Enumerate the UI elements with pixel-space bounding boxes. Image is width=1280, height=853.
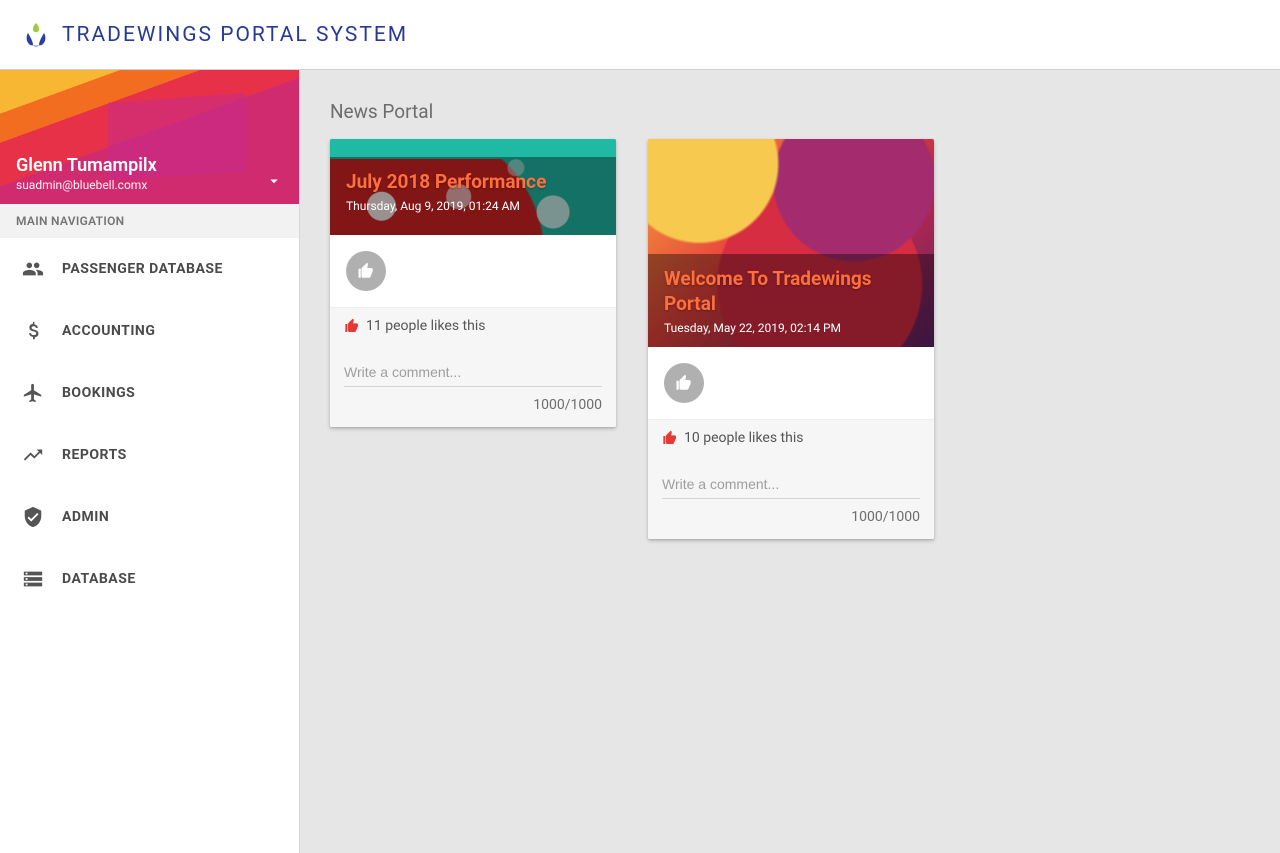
sidebar-user-panel[interactable]: Glenn Tumampilx suadmin@bluebell.comx <box>0 70 299 204</box>
thumbs-up-filled-icon <box>662 430 678 446</box>
chevron-down-icon[interactable] <box>265 172 283 190</box>
nav-label: BOOKINGS <box>62 385 135 401</box>
brand-title: TRADEWINGS PORTAL SYSTEM <box>62 23 408 47</box>
sidebar-section-label: MAIN NAVIGATION <box>0 204 299 238</box>
card-actions <box>648 347 934 420</box>
group-icon <box>22 258 44 280</box>
nav-item-reports[interactable]: REPORTS <box>0 424 299 486</box>
nav-item-bookings[interactable]: BOOKINGS <box>0 362 299 424</box>
nav-label: DATABASE <box>62 571 136 587</box>
news-card: Welcome To Tradewings Portal Tuesday, Ma… <box>648 139 934 539</box>
nav-item-database[interactable]: DATABASE <box>0 548 299 610</box>
dollar-icon <box>22 320 44 342</box>
card-likes: 10 people likes this <box>648 420 934 456</box>
thumbs-up-icon <box>675 374 693 392</box>
card-comment-area: 1000/1000 <box>330 344 616 427</box>
nav-label: PASSENGER DATABASE <box>62 261 223 277</box>
card-actions <box>330 235 616 308</box>
like-button[interactable] <box>346 251 386 291</box>
card-media: July 2018 Performance Thursday, Aug 9, 2… <box>330 139 616 235</box>
card-date: Tuesday, May 22, 2019, 02:14 PM <box>664 321 918 335</box>
card-comment-area: 1000/1000 <box>648 456 934 539</box>
comment-input[interactable] <box>344 358 602 387</box>
page-title: News Portal <box>330 100 1250 123</box>
nav-item-accounting[interactable]: ACCOUNTING <box>0 300 299 362</box>
sidebar-nav: PASSENGER DATABASE ACCOUNTING BOOKINGS R… <box>0 238 299 853</box>
brand-logo-icon <box>24 21 48 49</box>
nav-label: REPORTS <box>62 447 127 463</box>
sidebar: Glenn Tumampilx suadmin@bluebell.comx MA… <box>0 70 300 853</box>
user-email: suadmin@bluebell.comx <box>16 178 283 192</box>
card-title: Welcome To Tradewings Portal <box>664 266 918 317</box>
airplane-icon <box>22 382 44 404</box>
news-card: July 2018 Performance Thursday, Aug 9, 2… <box>330 139 616 427</box>
storage-icon <box>22 568 44 590</box>
card-likes: 11 people likes this <box>330 308 616 344</box>
likes-text: 11 people likes this <box>366 318 485 334</box>
like-button[interactable] <box>664 363 704 403</box>
card-title: July 2018 Performance <box>346 169 600 195</box>
shield-check-icon <box>22 506 44 528</box>
card-date: Thursday, Aug 9, 2019, 01:24 AM <box>346 199 600 213</box>
comment-input[interactable] <box>662 470 920 499</box>
thumbs-up-icon <box>357 262 375 280</box>
topbar: TRADEWINGS PORTAL SYSTEM <box>0 0 1280 70</box>
user-name: Glenn Tumampilx <box>16 155 283 176</box>
nav-item-admin[interactable]: ADMIN <box>0 486 299 548</box>
nav-label: ADMIN <box>62 509 109 525</box>
main-content: News Portal July 2018 Performance Thursd… <box>300 70 1280 853</box>
likes-text: 10 people likes this <box>684 430 803 446</box>
comment-counter: 1000/1000 <box>662 509 920 525</box>
card-media: Welcome To Tradewings Portal Tuesday, Ma… <box>648 139 934 347</box>
nav-label: ACCOUNTING <box>62 323 155 339</box>
trending-up-icon <box>22 444 44 466</box>
news-cards: July 2018 Performance Thursday, Aug 9, 2… <box>330 139 1250 539</box>
thumbs-up-filled-icon <box>344 318 360 334</box>
comment-counter: 1000/1000 <box>344 397 602 413</box>
nav-item-passenger-database[interactable]: PASSENGER DATABASE <box>0 238 299 300</box>
